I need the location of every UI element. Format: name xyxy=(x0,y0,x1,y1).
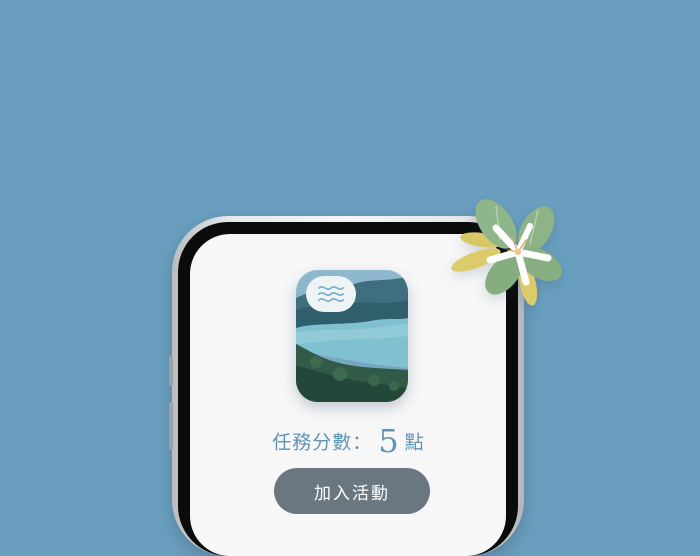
waves-icon xyxy=(306,276,356,312)
score-value: 5 xyxy=(378,422,399,460)
mission-score: 任務分數： 5 點 xyxy=(190,422,506,460)
score-unit: 點 xyxy=(404,431,424,454)
join-activity-button[interactable]: 加入活動 xyxy=(274,468,430,514)
flower-sticker-icon xyxy=(451,199,562,306)
phone-side-button xyxy=(169,356,173,386)
score-label: 任務分數： xyxy=(272,431,373,454)
phone-side-button xyxy=(169,402,173,450)
activity-image-card[interactable] xyxy=(296,270,408,402)
